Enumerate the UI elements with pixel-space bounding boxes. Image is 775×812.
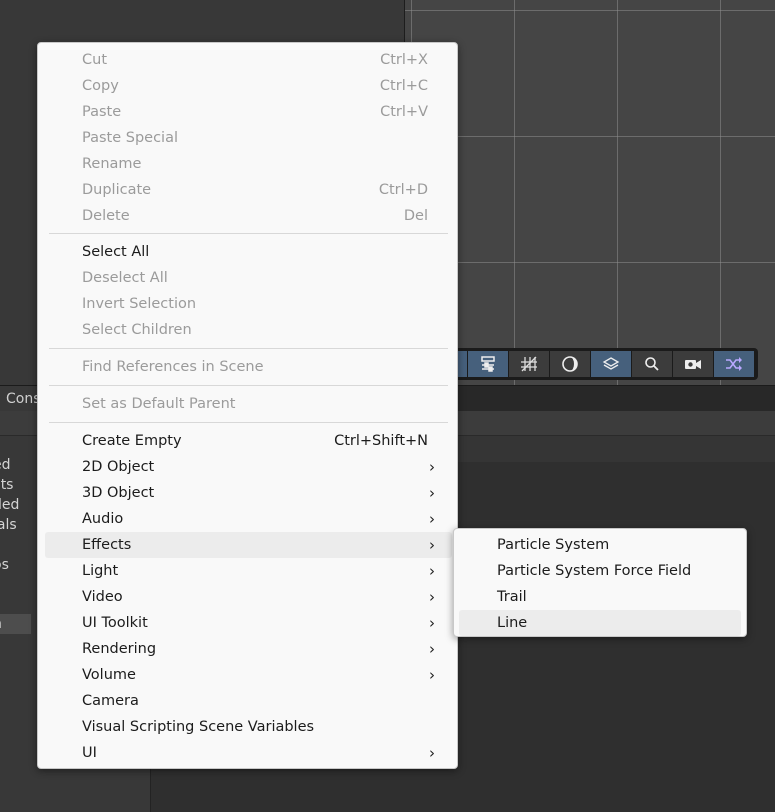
tree-item[interactable]: ded (0, 495, 19, 515)
chevron-right-icon: › (429, 614, 435, 632)
menu-item-create-empty[interactable]: Create Empty Ctrl+Shift+N (45, 428, 452, 454)
menu-item-rename[interactable]: Rename (45, 151, 452, 177)
menu-item-invert-selection[interactable]: Invert Selection (45, 291, 452, 317)
tools-settings-icon[interactable] (468, 351, 508, 377)
submenu-item-particle-system-force-field[interactable]: Particle System Force Field (459, 558, 741, 584)
chevron-right-icon: › (429, 666, 435, 684)
grid-icon[interactable] (509, 351, 549, 377)
menu-item-select-children[interactable]: Select Children (45, 317, 452, 343)
menu-item-deselect-all[interactable]: Deselect All (45, 265, 452, 291)
tree-item[interactable]: ials (0, 515, 17, 535)
submenu-item-particle-system[interactable]: Particle System (459, 532, 741, 558)
menu-separator (49, 233, 448, 234)
menu-item-select-all[interactable]: Select All (45, 239, 452, 265)
menu-item-light[interactable]: Light › (45, 558, 452, 584)
scene-view[interactable] (404, 0, 775, 385)
menu-item-paste[interactable]: Paste Ctrl+V (45, 99, 452, 125)
menu-item-3d-object[interactable]: 3D Object › (45, 480, 452, 506)
chevron-right-icon: › (429, 484, 435, 502)
menu-item-volume[interactable]: Volume › (45, 662, 452, 688)
menu-item-find-references[interactable]: Find References in Scene (45, 354, 452, 380)
chevron-right-icon: › (429, 744, 435, 762)
menu-separator (49, 422, 448, 423)
menu-item-cut[interactable]: Cut Ctrl+X (45, 47, 452, 73)
chevron-right-icon: › (429, 536, 435, 554)
menu-item-set-default-parent[interactable]: Set as Default Parent (45, 391, 452, 417)
menu-item-visual-scripting-scene-variables[interactable]: Visual Scripting Scene Variables (45, 714, 452, 740)
menu-item-copy[interactable]: Copy Ctrl+C (45, 73, 452, 99)
shuffle-icon[interactable] (714, 351, 754, 377)
tree-item[interactable]: cts (0, 475, 13, 495)
menu-item-video[interactable]: Video › (45, 584, 452, 610)
menu-item-delete[interactable]: Delete Del (45, 203, 452, 229)
chevron-right-icon: › (429, 458, 435, 476)
menu-item-effects[interactable]: Effects › (45, 532, 452, 558)
submenu-item-trail[interactable]: Trail (459, 584, 741, 610)
camera-icon[interactable] (673, 351, 713, 377)
menu-item-duplicate[interactable]: Duplicate Ctrl+D (45, 177, 452, 203)
menu-item-ui-toolkit[interactable]: UI Toolkit › (45, 610, 452, 636)
menu-separator (49, 348, 448, 349)
scene-toolbar (452, 348, 758, 380)
chevron-right-icon: › (429, 640, 435, 658)
search-icon[interactable] (632, 351, 672, 377)
tree-item-selected[interactable]: n (0, 614, 31, 634)
menu-separator (49, 385, 448, 386)
menu-item-audio[interactable]: Audio › (45, 506, 452, 532)
chevron-right-icon: › (429, 510, 435, 528)
tree-item[interactable]: os (0, 555, 9, 575)
menu-item-paste-special[interactable]: Paste Special (45, 125, 452, 151)
context-menu: Cut Ctrl+X Copy Ctrl+C Paste Ctrl+V Paste S… (37, 42, 458, 769)
menu-item-rendering[interactable]: Rendering › (45, 636, 452, 662)
shading-icon[interactable] (550, 351, 590, 377)
submenu-item-line[interactable]: Line (459, 610, 741, 636)
tree-item[interactable]: ed (0, 455, 11, 475)
effects-submenu: Particle System Particle System Force Fi… (453, 528, 747, 637)
menu-item-2d-object[interactable]: 2D Object › (45, 454, 452, 480)
menu-item-camera[interactable]: Camera (45, 688, 452, 714)
chevron-right-icon: › (429, 588, 435, 606)
menu-item-ui[interactable]: UI › (45, 740, 452, 766)
layers-icon[interactable] (591, 351, 631, 377)
chevron-right-icon: › (429, 562, 435, 580)
